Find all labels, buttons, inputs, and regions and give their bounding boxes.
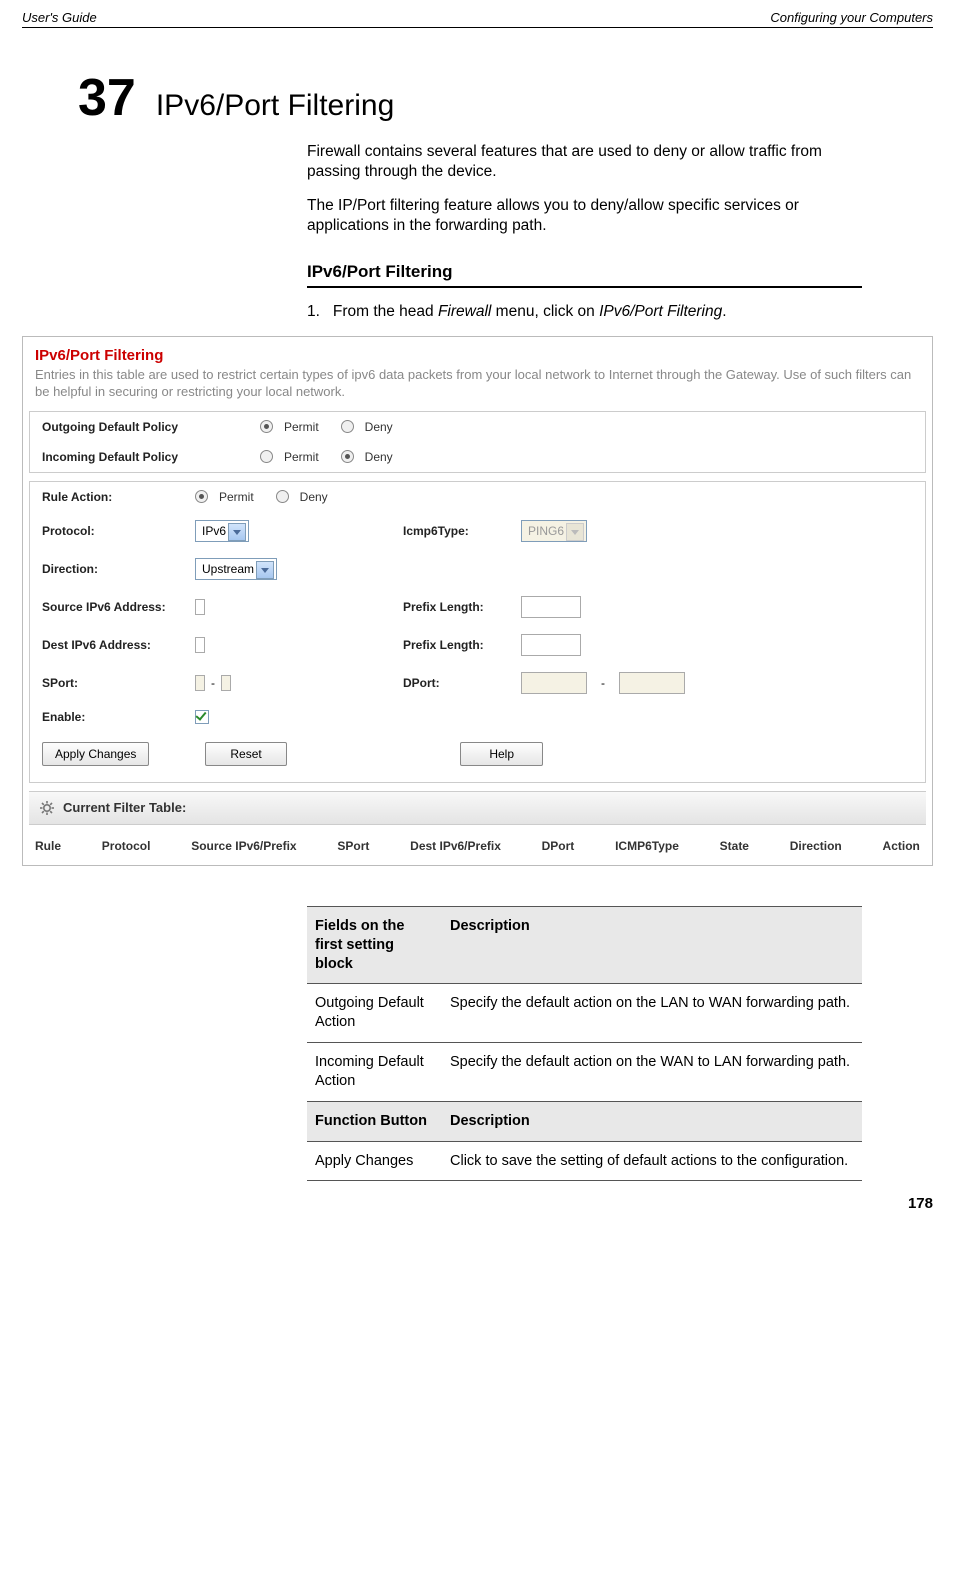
dport-from-input[interactable] [521,672,587,694]
src-addr-input[interactable] [195,599,205,615]
rule-permit-label: Permit [219,490,254,504]
enable-label: Enable: [42,710,187,724]
header-right: Configuring your Computers [770,10,933,25]
rule-panel: Rule Action: Permit Deny Protocol: IPv6 … [29,481,926,783]
table-header-desc2: Description [442,1101,862,1141]
page-header: User's Guide Configuring your Computers [22,10,933,28]
icmp6type-label: Icmp6Type: [403,524,513,538]
sport-from-input[interactable] [195,675,205,691]
outgoing-permit-radio[interactable] [260,420,273,433]
cell-outgoing-desc: Specify the default action on the LAN to… [442,984,862,1043]
incoming-permit-label: Permit [284,450,319,464]
intro-paragraph-1: Firewall contains several features that … [307,142,862,182]
col-dst: Dest IPv6/Prefix [410,839,501,853]
incoming-permit-radio[interactable] [260,450,273,463]
dport-to-input[interactable] [619,672,685,694]
src-prefix-input[interactable] [521,596,581,618]
table-row: Apply Changes Click to save the setting … [307,1141,862,1181]
col-rule: Rule [35,839,61,853]
router-ui-screenshot: IPv6/Port Filtering Entries in this tabl… [22,336,933,866]
col-protocol: Protocol [102,839,151,853]
rule-action-label: Rule Action: [42,490,187,504]
current-filter-table-title: Current Filter Table: [63,800,186,815]
sport-label: SPort: [42,676,187,690]
rule-deny-radio[interactable] [276,490,289,503]
direction-select[interactable]: Upstream [195,558,277,580]
table-header-function: Function Button [307,1101,442,1141]
description-table: Fields on the first setting block Descri… [307,906,862,1182]
reset-button[interactable]: Reset [205,742,286,766]
col-dport: DPort [542,839,575,853]
incoming-deny-radio[interactable] [341,450,354,463]
col-sport: SPort [337,839,369,853]
table-header-description: Description [442,906,862,984]
direction-label: Direction: [42,562,187,576]
src-prefix-label: Prefix Length: [403,600,513,614]
current-filter-table-header: Current Filter Table: [29,791,926,825]
section-title: IPv6/Port Filtering [307,261,862,288]
dst-addr-label: Dest IPv6 Address: [42,638,187,652]
filter-table-columns: Rule Protocol Source IPv6/Prefix SPort D… [23,825,932,865]
col-state: State [720,839,749,853]
icmp6type-select[interactable]: PING6 [521,520,587,542]
outgoing-permit-label: Permit [284,420,319,434]
gear-icon [39,800,55,816]
dport-dash: - [601,676,605,690]
header-left: User's Guide [22,10,97,25]
dst-prefix-label: Prefix Length: [403,638,513,652]
table-header-fields: Fields on the first setting block [307,906,442,984]
help-button[interactable]: Help [460,742,543,766]
protocol-select[interactable]: IPv6 [195,520,249,542]
table-row: Outgoing Default Action Specify the defa… [307,984,862,1043]
outgoing-deny-radio[interactable] [341,420,354,433]
outgoing-deny-label: Deny [365,420,393,434]
chapter-heading: 37 IPv6/Port Filtering [78,68,933,128]
cell-outgoing-action: Outgoing Default Action [307,984,442,1043]
dst-addr-input[interactable] [195,637,205,653]
intro-paragraph-2: The IP/Port filtering feature allows you… [307,196,862,236]
screenshot-title: IPv6/Port Filtering [23,337,932,366]
col-action: Action [883,839,920,853]
rule-deny-label: Deny [300,490,328,504]
cell-apply-changes: Apply Changes [307,1141,442,1181]
cell-incoming-desc: Specify the default action on the WAN to… [442,1043,862,1102]
screenshot-desc: Entries in this table are used to restri… [23,366,932,411]
cell-apply-desc: Click to save the setting of default act… [442,1141,862,1181]
default-policy-panel: Outgoing Default Policy Permit Deny Inco… [29,411,926,473]
cell-incoming-action: Incoming Default Action [307,1043,442,1102]
incoming-policy-label: Incoming Default Policy [42,450,252,464]
apply-changes-button[interactable]: Apply Changes [42,742,149,766]
step-1: 1. From the head Firewall menu, click on… [307,302,862,322]
col-icmp: ICMP6Type [615,839,679,853]
rule-permit-radio[interactable] [195,490,208,503]
chapter-number: 37 [78,68,136,128]
outgoing-policy-label: Outgoing Default Policy [42,420,252,434]
enable-checkbox[interactable] [195,710,209,724]
col-src: Source IPv6/Prefix [191,839,296,853]
sport-dash: - [211,676,215,690]
src-addr-label: Source IPv6 Address: [42,600,187,614]
incoming-deny-label: Deny [365,450,393,464]
table-row: Incoming Default Action Specify the defa… [307,1043,862,1102]
sport-to-input[interactable] [221,675,231,691]
dport-label: DPort: [403,676,513,690]
dst-prefix-input[interactable] [521,634,581,656]
col-direction: Direction [790,839,842,853]
page-number: 178 [22,1195,933,1212]
protocol-label: Protocol: [42,524,187,538]
chapter-title: IPv6/Port Filtering [156,89,394,123]
